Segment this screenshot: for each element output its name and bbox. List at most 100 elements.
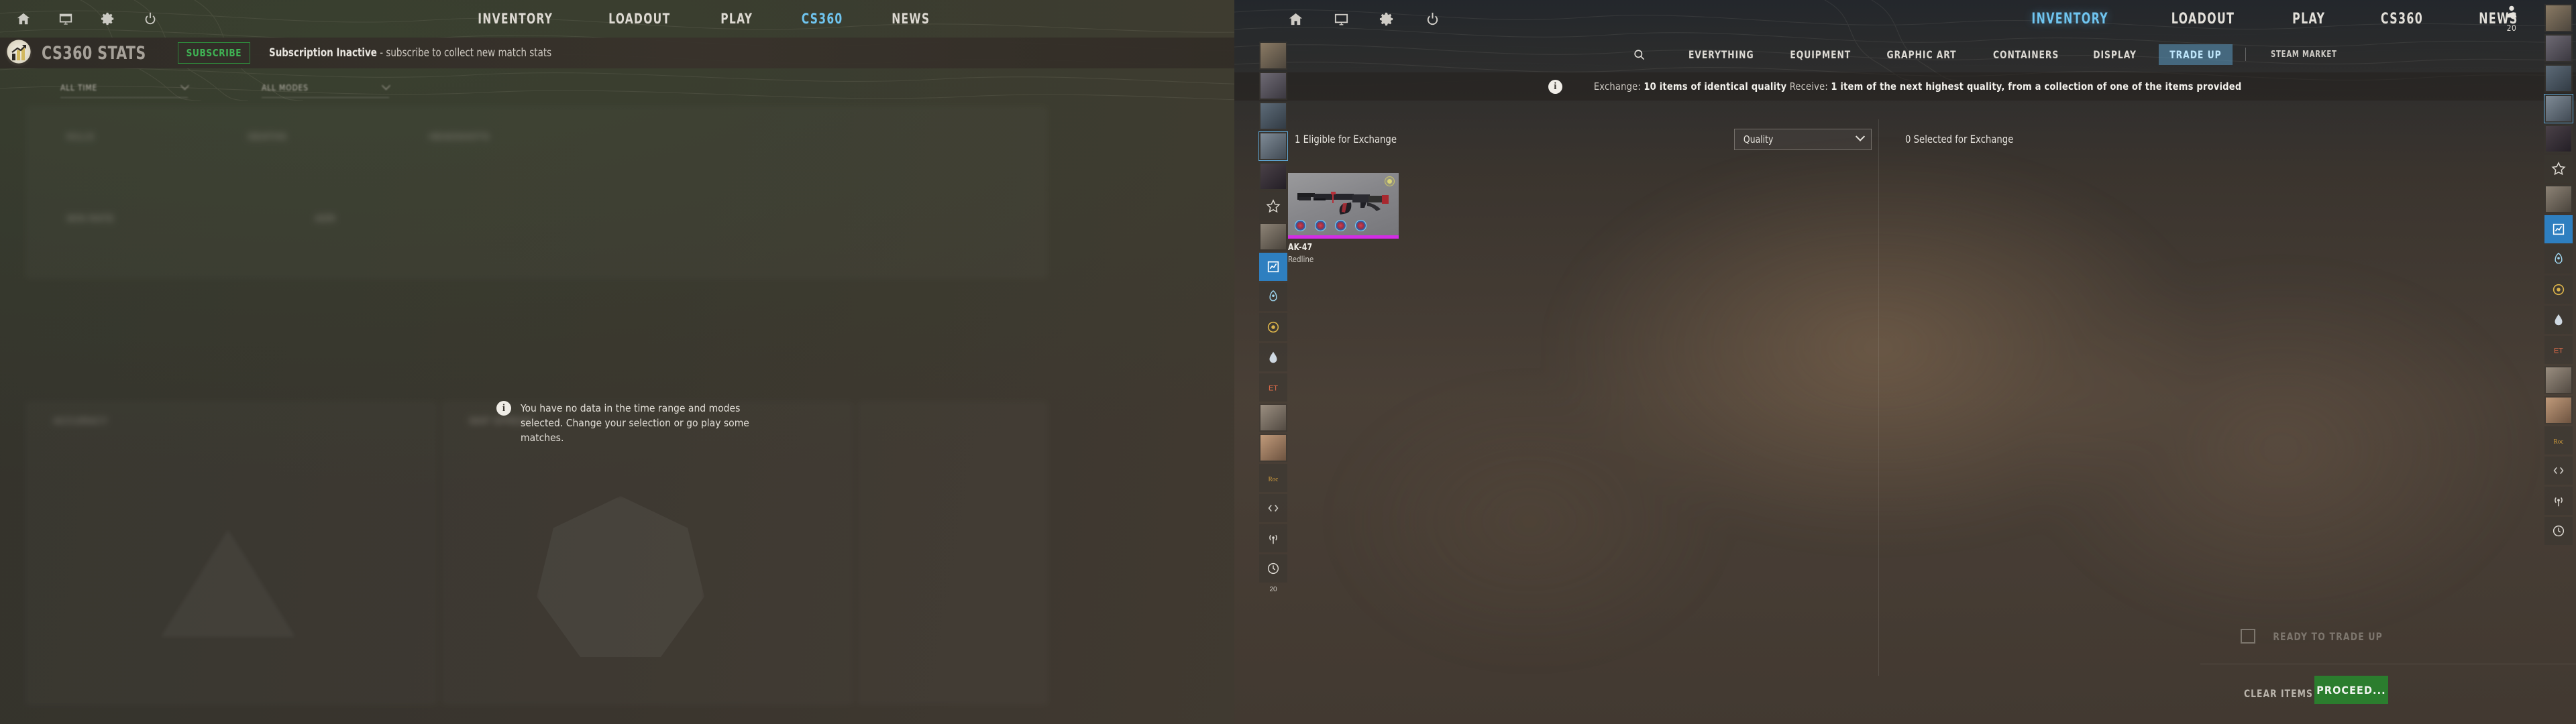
bg-nav-inventory[interactable]: INVENTORY (462, 11, 570, 27)
rail-signal-icon[interactable] (1259, 524, 1287, 552)
rail-code-icon[interactable] (1259, 494, 1287, 522)
tv-icon[interactable] (1332, 10, 1350, 27)
proceed-button[interactable]: PROCEED... (2314, 676, 2388, 704)
rail-target-icon[interactable] (1259, 313, 1287, 341)
stats-subscription-banner: CS360 STATS SUBSCRIBE Subscription Inact… (0, 38, 1288, 68)
right-rail-avatar-4[interactable] (2544, 94, 2573, 123)
clear-items-button[interactable]: CLEAR ITEMS (2244, 687, 2313, 700)
tab-equipment[interactable]: EQUIPMENT (1779, 44, 1862, 65)
rail-water-icon[interactable] (1259, 343, 1287, 371)
tab-steam-market[interactable]: STEAM MARKET (2260, 46, 2348, 64)
rail-avatar-1[interactable] (1259, 42, 1287, 70)
right-rail-avatar-2[interactable] (2544, 34, 2573, 62)
nav-cs360[interactable]: CS360 (2363, 11, 2442, 27)
home-icon[interactable] (15, 10, 32, 27)
person-icon (2506, 5, 2517, 18)
right-rail-rocket-icon[interactable] (2544, 245, 2573, 274)
nav-inventory[interactable]: INVENTORY (2013, 11, 2127, 27)
item-thumbnail (1288, 173, 1399, 239)
tab-display[interactable]: DISPLAY (2082, 44, 2147, 65)
ready-to-trade-up-row[interactable]: READY TO TRADE UP (2241, 629, 2392, 644)
right-rail-et-icon[interactable]: ET (2544, 336, 2573, 364)
dash-panel-summary (27, 107, 1046, 188)
player-badge[interactable]: 20 (2496, 4, 2528, 33)
right-rail-star-icon[interactable] (2544, 155, 2573, 183)
background-nav-links: INVENTORY LOADOUT PLAY CS360 NEWS (449, 0, 955, 38)
tab-containers[interactable]: CONTAINERS (1982, 44, 2070, 65)
quality-filter-select[interactable]: Quality (1734, 129, 1872, 150)
right-rail-clock-icon[interactable] (2544, 517, 2573, 545)
right-rail-text-icon[interactable]: Roc (2544, 426, 2573, 455)
right-rail-code-icon[interactable] (2544, 457, 2573, 485)
nav-loadout[interactable]: LOADOUT (2153, 11, 2253, 27)
rail-avatar-4[interactable] (1258, 131, 1288, 161)
cs360-stats-logo-icon (5, 40, 32, 66)
power-icon[interactable] (142, 10, 159, 27)
time-range-select[interactable]: ALL TIME (60, 78, 189, 98)
tv-icon[interactable] (57, 10, 74, 27)
rail-chart-icon[interactable] (1259, 253, 1287, 281)
rail-clock-icon[interactable] (1259, 554, 1287, 583)
stats-title: CS360 STATS (42, 42, 146, 64)
subscription-status: Subscription Inactive - subscribe to col… (269, 46, 551, 60)
rarity-bar (1288, 235, 1399, 239)
tab-trade-up[interactable]: TRADE UP (2159, 44, 2233, 65)
player-level: 20 (2506, 23, 2517, 33)
bg-nav-news[interactable]: NEWS (875, 11, 947, 27)
tab-graphic-art[interactable]: GRAPHIC ART (1876, 44, 1968, 65)
home-icon[interactable] (1287, 10, 1304, 27)
rail-rocket-icon[interactable] (1259, 283, 1287, 311)
bg-nav-loadout[interactable]: LOADOUT (592, 11, 687, 27)
chevron-down-icon (382, 81, 390, 90)
tab-divider (2245, 48, 2247, 61)
tab-everything[interactable]: EVERYTHING (1678, 44, 1765, 65)
rail-text-icon[interactable]: Roc (1259, 464, 1287, 492)
dash-panel-right (859, 402, 1046, 704)
background-app-navbar: INVENTORY LOADOUT PLAY CS360 NEWS (0, 0, 1288, 38)
right-rail-signal-icon[interactable] (2544, 487, 2573, 515)
rail-avatar-8[interactable] (1259, 434, 1287, 462)
right-rail-avatar-7[interactable] (2544, 366, 2573, 394)
right-rail-avatar-1[interactable] (2544, 4, 2573, 32)
subscribe-button[interactable]: SUBSCRIBE (178, 42, 251, 64)
background-nav-icon-group (0, 10, 159, 27)
rail-avatar-7[interactable] (1259, 404, 1287, 432)
gear-icon[interactable] (1378, 10, 1395, 27)
sticker-icon[interactable] (1295, 220, 1306, 231)
right-rail-avatar-5[interactable] (2544, 125, 2573, 153)
rail-star-icon[interactable] (1259, 192, 1287, 221)
subscription-status-rest: - subscribe to collect new match stats (376, 46, 552, 60)
right-rail-avatar-6[interactable] (2544, 185, 2573, 213)
svg-text:Roc: Roc (1269, 476, 1279, 483)
rail-et-icon[interactable]: ET (1259, 373, 1287, 402)
gear-icon[interactable] (99, 10, 117, 27)
stats-empty-state: i You have no data in the time range and… (496, 401, 778, 445)
nav-play[interactable]: PLAY (2274, 11, 2344, 27)
exchange-info-text: Exchange: 10 items of identical quality … (1594, 80, 2242, 93)
modes-select[interactable]: ALL MODES (262, 78, 390, 98)
inventory-content-header: 1 Eligible for Exchange Quality 0 Select… (1234, 129, 2576, 154)
selected-count-label: 0 Selected for Exchange (1905, 133, 2014, 145)
rail-avatar-5[interactable] (1259, 162, 1287, 190)
bg-nav-play[interactable]: PLAY (704, 11, 769, 27)
rail-avatar-6[interactable] (1259, 223, 1287, 251)
sticker-icon[interactable] (1355, 220, 1366, 231)
quality-filter-value: Quality (1743, 133, 1774, 145)
search-icon[interactable] (1630, 46, 1648, 63)
ready-checkbox[interactable] (2241, 629, 2255, 644)
bg-nav-cs360[interactable]: CS360 (785, 11, 859, 27)
right-rail-avatar-8[interactable] (2544, 396, 2573, 424)
sticker-icon[interactable] (1335, 220, 1346, 231)
power-icon[interactable] (1424, 10, 1441, 27)
right-rail-avatar-3[interactable] (2544, 64, 2573, 93)
rail-avatar-2[interactable] (1259, 72, 1287, 100)
stats-empty-state-text: You have no data in the time range and m… (521, 402, 749, 444)
dash-shape-triangle (161, 530, 295, 637)
rail-avatar-3[interactable] (1259, 102, 1287, 130)
right-rail-water-icon[interactable] (2544, 306, 2573, 334)
right-rail-chart-icon[interactable] (2544, 215, 2573, 243)
sticker-icon[interactable] (1315, 220, 1326, 231)
right-rail-target-icon[interactable] (2544, 276, 2573, 304)
inventory-item-card[interactable]: AK-47 Redline (1288, 173, 1399, 264)
stats-filter-row: ALL TIME ALL MODES (0, 75, 1046, 102)
